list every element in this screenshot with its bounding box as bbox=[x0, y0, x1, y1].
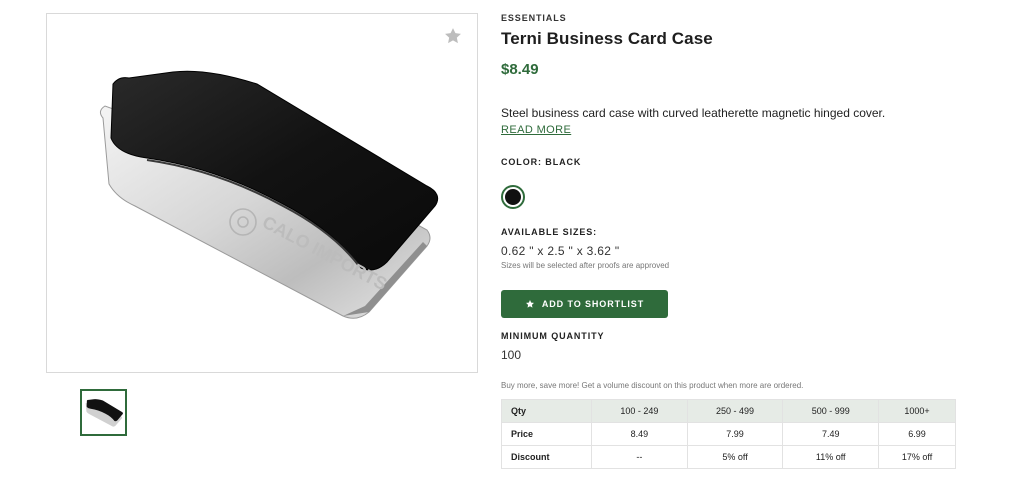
product-category: ESSENTIALS bbox=[501, 13, 567, 23]
table-cell: 5% off bbox=[686, 445, 784, 469]
product-title: Terni Business Card Case bbox=[501, 29, 713, 48]
table-cell: 17% off bbox=[878, 445, 956, 469]
table-row: Price 8.49 7.99 7.49 6.99 bbox=[501, 422, 956, 446]
star-icon bbox=[525, 300, 534, 308]
sizes-note: Sizes will be selected after proofs are … bbox=[501, 261, 670, 270]
swatch-dot bbox=[505, 189, 521, 205]
product-price: $8.49 bbox=[501, 61, 539, 78]
product-thumbnail[interactable] bbox=[80, 389, 127, 436]
minimum-quantity-label: MINIMUM QUANTITY bbox=[501, 331, 605, 341]
color-swatch-black[interactable] bbox=[501, 185, 525, 209]
table-cell: 7.49 bbox=[782, 422, 880, 446]
table-cell: 7.99 bbox=[686, 422, 784, 446]
favorite-star-icon[interactable] bbox=[443, 26, 463, 46]
volume-pricing-table: Qty 100 - 249 250 - 499 500 - 999 1000+ … bbox=[501, 399, 956, 469]
color-label: COLOR: BLACK bbox=[501, 157, 582, 167]
add-to-shortlist-button[interactable]: ADD TO SHORTLIST bbox=[501, 290, 668, 318]
shortlist-label: ADD TO SHORTLIST bbox=[541, 299, 645, 309]
product-image-frame: CALO IMPORTS bbox=[46, 13, 478, 373]
table-cell: 6.99 bbox=[878, 422, 956, 446]
table-header-cell: 500 - 999 bbox=[782, 399, 880, 423]
table-row: Discount -- 5% off 11% off 17% off bbox=[501, 445, 956, 469]
table-header-cell: 250 - 499 bbox=[686, 399, 784, 423]
table-header-cell: 100 - 249 bbox=[591, 399, 688, 423]
table-cell: -- bbox=[591, 445, 688, 469]
table-header-row: Qty 100 - 249 250 - 499 500 - 999 1000+ bbox=[501, 399, 956, 423]
minimum-quantity-value: 100 bbox=[501, 348, 522, 362]
volume-discount-note: Buy more, save more! Get a volume discou… bbox=[501, 381, 804, 390]
read-more-link[interactable]: READ MORE bbox=[501, 124, 571, 136]
product-photo: CALO IMPORTS bbox=[99, 70, 439, 319]
table-cell: Discount bbox=[501, 445, 592, 469]
table-header-cell: Qty bbox=[501, 399, 592, 423]
product-description: Steel business card case with curved lea… bbox=[501, 106, 886, 120]
table-header-cell: 1000+ bbox=[878, 399, 956, 423]
sizes-value: 0.62 " x 2.5 " x 3.62 " bbox=[501, 244, 620, 258]
sizes-label: AVAILABLE SIZES: bbox=[501, 227, 598, 237]
table-cell: Price bbox=[501, 422, 592, 446]
table-cell: 11% off bbox=[782, 445, 880, 469]
table-cell: 8.49 bbox=[591, 422, 688, 446]
